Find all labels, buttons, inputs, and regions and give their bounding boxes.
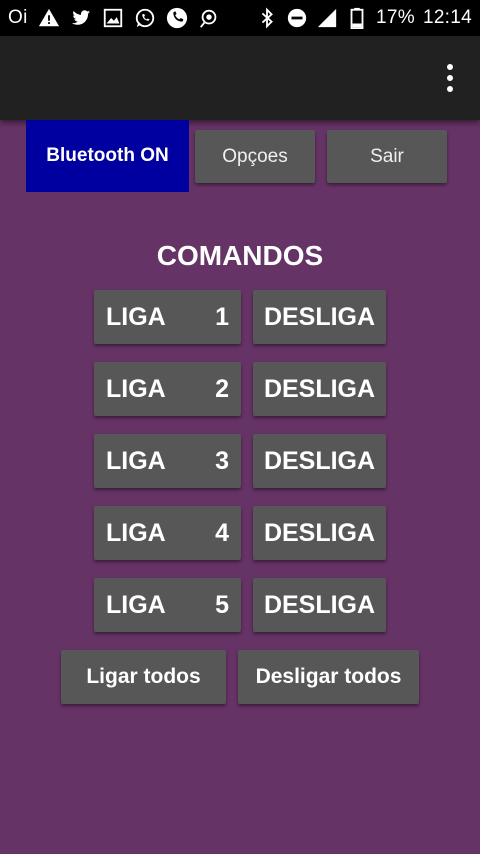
app-bar: [0, 36, 480, 120]
liga-label: LIGA: [106, 590, 166, 619]
liga-label: LIGA: [106, 302, 166, 331]
cast-icon: [198, 7, 220, 29]
liga-3-button[interactable]: LIGA 3: [94, 434, 241, 488]
status-bar: Oi 17% 12:14: [0, 0, 480, 36]
liga-2-button[interactable]: LIGA 2: [94, 362, 241, 416]
desliga-5-button[interactable]: DESLIGA: [253, 578, 386, 632]
phone-icon: [166, 7, 188, 29]
liga-number: 2: [215, 374, 229, 403]
warning-icon: [38, 7, 60, 29]
desliga-1-button[interactable]: DESLIGA: [253, 290, 386, 344]
image-icon: [102, 7, 124, 29]
commands-title: COMANDOS: [156, 240, 324, 271]
desliga-4-button[interactable]: DESLIGA: [253, 506, 386, 560]
desliga-2-button[interactable]: DESLIGA: [253, 362, 386, 416]
liga-number: 1: [215, 302, 229, 331]
whatsapp-icon: [134, 7, 156, 29]
liga-number: 4: [215, 518, 229, 547]
desliga-3-button[interactable]: DESLIGA: [253, 434, 386, 488]
options-button[interactable]: Opçoes: [195, 130, 315, 183]
bluetooth-on-button[interactable]: Bluetooth ON: [26, 120, 189, 192]
exit-button[interactable]: Sair: [327, 130, 447, 183]
twitter-icon: [70, 7, 92, 29]
liga-label: LIGA: [106, 374, 166, 403]
signal-icon: [316, 7, 338, 29]
ligar-todos-button[interactable]: Ligar todos: [61, 650, 226, 704]
do-not-disturb-icon: [286, 7, 308, 29]
liga-1-button[interactable]: LIGA 1: [94, 290, 241, 344]
desligar-todos-button[interactable]: Desligar todos: [238, 650, 419, 704]
battery-icon: [346, 7, 368, 29]
battery-percent: 17%: [376, 7, 415, 28]
liga-label: LIGA: [106, 518, 166, 547]
overflow-menu-icon[interactable]: [442, 64, 458, 92]
liga-5-button[interactable]: LIGA 5: [94, 578, 241, 632]
liga-number: 3: [215, 446, 229, 475]
clock: 12:14: [422, 7, 472, 28]
liga-4-button[interactable]: LIGA 4: [94, 506, 241, 560]
liga-label: LIGA: [106, 446, 166, 475]
carrier-label: Oi: [8, 7, 28, 28]
bluetooth-icon: [256, 7, 278, 29]
liga-number: 5: [215, 590, 229, 619]
